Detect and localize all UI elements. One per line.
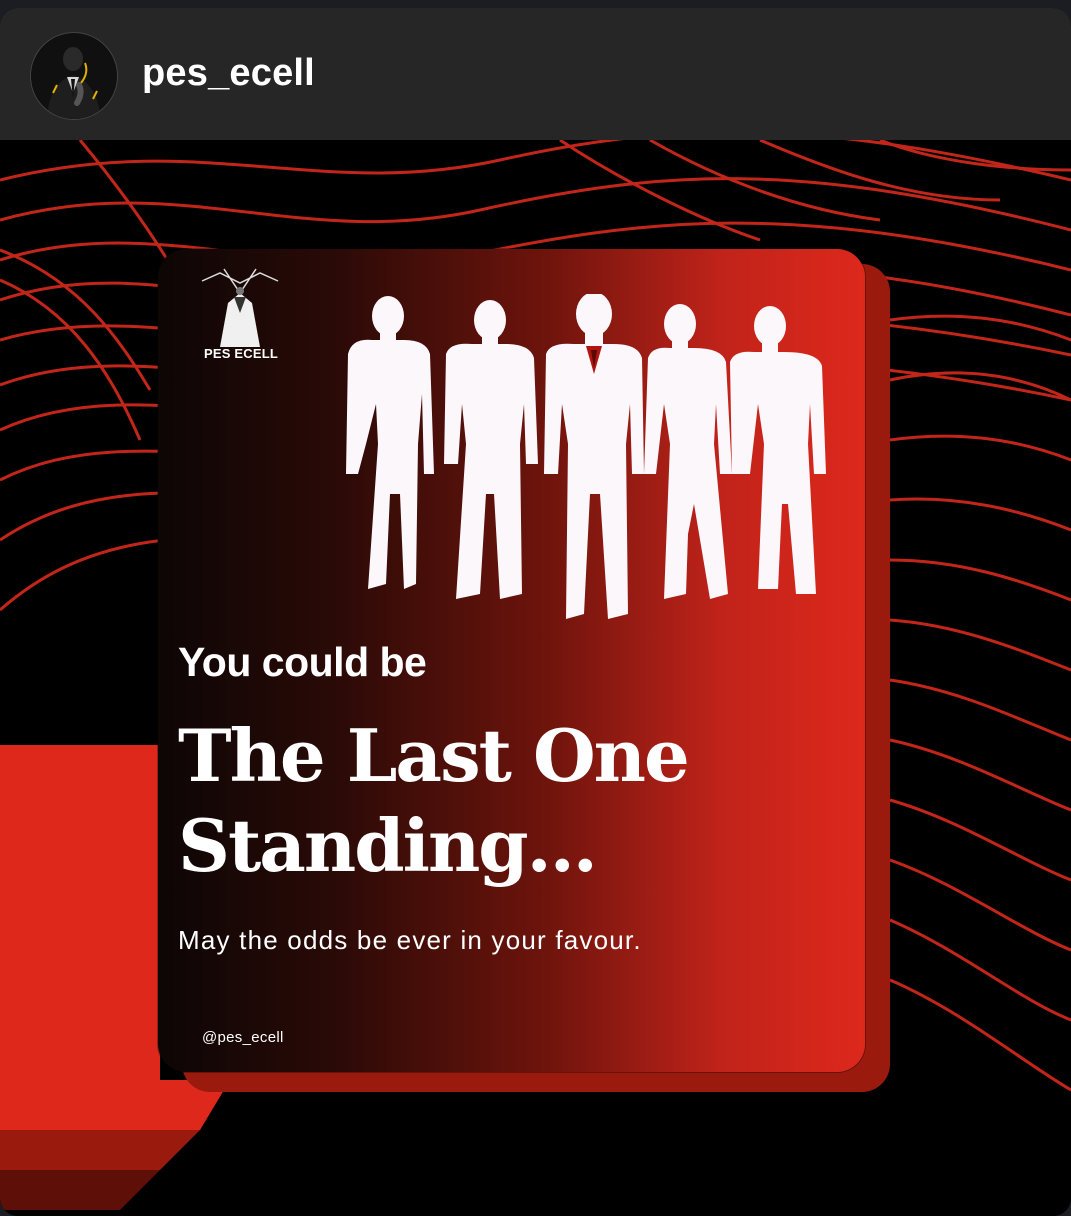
silhouette-person: [644, 304, 732, 599]
silhouette-person: [346, 296, 434, 589]
headline: The Last One Standing...: [178, 711, 798, 891]
silhouettes-illustration: [346, 294, 826, 619]
post-header: pes_ecell: [0, 8, 1071, 140]
pes-ecell-logo-icon: [201, 268, 279, 347]
poster-card: PES ECELL You could be The Last One Stan…: [158, 249, 865, 1072]
silhouette-person: [730, 306, 826, 594]
post-frame: pes_ecell PES ECELL You could be The Las…: [0, 8, 1071, 1216]
silhouette-person: [444, 300, 538, 599]
tagline: May the odds be ever in your favour.: [178, 925, 642, 955]
headline-line-1: The Last One: [178, 713, 690, 798]
username[interactable]: pes_ecell: [142, 52, 315, 95]
headline-line-2: Standing...: [178, 803, 598, 888]
suited-man-avatar-icon: [31, 33, 117, 119]
profile-avatar[interactable]: [30, 32, 118, 120]
logo-text: PES ECELL: [203, 346, 279, 361]
account-handle: @pes_ecell: [202, 1029, 284, 1046]
intro-text: You could be: [178, 639, 427, 685]
post-image: PES ECELL You could be The Last One Stan…: [0, 140, 1071, 1216]
silhouette-person: [544, 294, 644, 619]
